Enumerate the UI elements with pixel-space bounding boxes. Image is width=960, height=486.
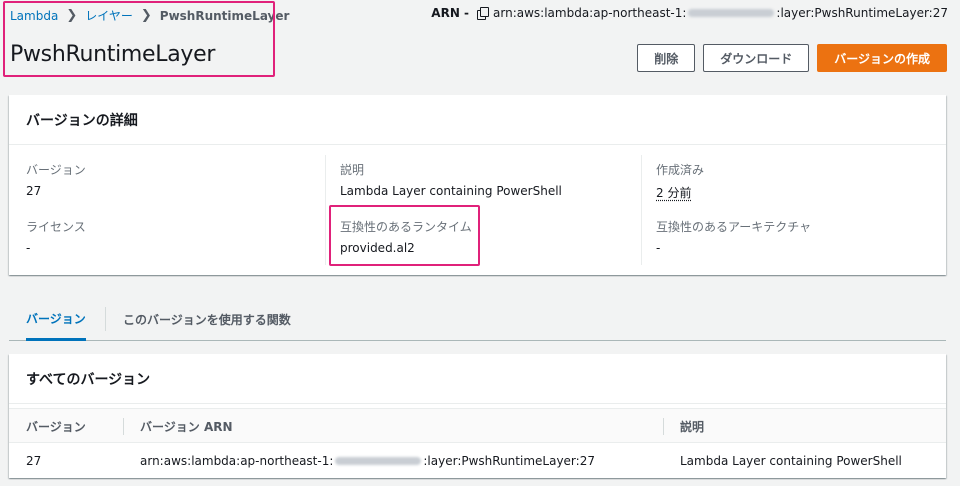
column-divider xyxy=(663,418,664,435)
tab-versions[interactable]: バージョン xyxy=(26,298,86,341)
field-value: 27 xyxy=(26,184,42,198)
all-versions-panel: すべてのバージョン バージョン バージョン ARN 説明 27 arn:aws:… xyxy=(9,354,946,478)
panel-title: バージョンの詳細 xyxy=(9,95,946,145)
chevron-right-icon: ❯ xyxy=(140,8,152,23)
arn-prefix: arn:aws:lambda:ap-northeast-1: xyxy=(493,6,687,20)
column-divider xyxy=(123,418,124,435)
field-value: provided.al2 xyxy=(340,241,415,255)
table-header: バージョン バージョン ARN 説明 xyxy=(9,408,946,443)
field-label: 互換性のあるランタイム xyxy=(340,220,472,234)
column-header-version-arn[interactable]: バージョン ARN xyxy=(140,409,233,444)
page-title: PwshRuntimeLayer xyxy=(10,42,216,67)
download-button[interactable]: ダウンロード xyxy=(703,44,810,72)
field-version: バージョン 27 xyxy=(26,161,86,198)
cell-version: 27 xyxy=(26,454,42,468)
cell-description: Lambda Layer containing PowerShell xyxy=(680,454,902,468)
field-license: ライセンス - xyxy=(26,218,86,255)
arn-label: ARN - xyxy=(431,6,470,20)
chevron-right-icon: ❯ xyxy=(66,8,78,23)
table-row[interactable]: 27 arn:aws:lambda:ap-northeast-1: :layer… xyxy=(9,444,946,478)
breadcrumb-link-layers[interactable]: レイヤー xyxy=(85,7,133,24)
cell-version-arn: arn:aws:lambda:ap-northeast-1: :layer:Pw… xyxy=(140,444,595,478)
arn-prefix: arn:aws:lambda:ap-northeast-1: xyxy=(140,454,334,468)
tab-functions-using-version[interactable]: このバージョンを使用する関数 xyxy=(123,298,291,340)
header-actions: 削除 ダウンロード バージョンの作成 xyxy=(637,44,947,72)
delete-button[interactable]: 削除 xyxy=(637,44,696,72)
field-label: ライセンス xyxy=(26,220,86,234)
redacted-account-id xyxy=(335,457,422,465)
field-value: - xyxy=(656,241,661,255)
arn-display: ARN - arn:aws:lambda:ap-northeast-1: :la… xyxy=(431,6,948,20)
field-description: 説明 Lambda Layer containing PowerShell xyxy=(340,161,562,198)
column-header-description[interactable]: 説明 xyxy=(680,409,704,444)
field-label: バージョン xyxy=(26,163,86,177)
field-value-timestamp[interactable]: 2 分前 xyxy=(656,184,704,201)
tab-divider xyxy=(105,307,106,331)
version-details-panel: バージョンの詳細 バージョン 27 ライセンス - 説明 Lambda Laye… xyxy=(9,95,946,275)
field-compatible-runtimes: 互換性のあるランタイム provided.al2 xyxy=(340,218,472,255)
field-label: 作成済み xyxy=(656,163,705,177)
field-value: - xyxy=(26,241,31,255)
copy-icon[interactable] xyxy=(477,7,490,20)
field-value: Lambda Layer containing PowerShell xyxy=(340,184,562,198)
tab-bar: バージョン このバージョンを使用する関数 xyxy=(9,298,946,341)
breadcrumb: Lambda ❯ レイヤー ❯ PwshRuntimeLayer xyxy=(10,7,289,24)
redacted-account-id xyxy=(688,9,775,17)
breadcrumb-link-lambda[interactable]: Lambda xyxy=(10,9,58,23)
panel-title: すべてのバージョン xyxy=(9,354,946,404)
arn-suffix: :layer:PwshRuntimeLayer:27 xyxy=(423,454,595,468)
field-compatible-architectures: 互換性のあるアーキテクチャ - xyxy=(656,218,811,255)
breadcrumb-current: PwshRuntimeLayer xyxy=(159,8,290,23)
field-label: 説明 xyxy=(340,163,365,177)
arn-suffix: :layer:PwshRuntimeLayer:27 xyxy=(776,6,948,20)
column-header-version[interactable]: バージョン xyxy=(26,409,86,444)
field-label: 互換性のあるアーキテクチャ xyxy=(656,220,812,234)
field-created: 作成済み 2 分前 xyxy=(656,161,704,201)
create-version-button[interactable]: バージョンの作成 xyxy=(817,44,947,72)
